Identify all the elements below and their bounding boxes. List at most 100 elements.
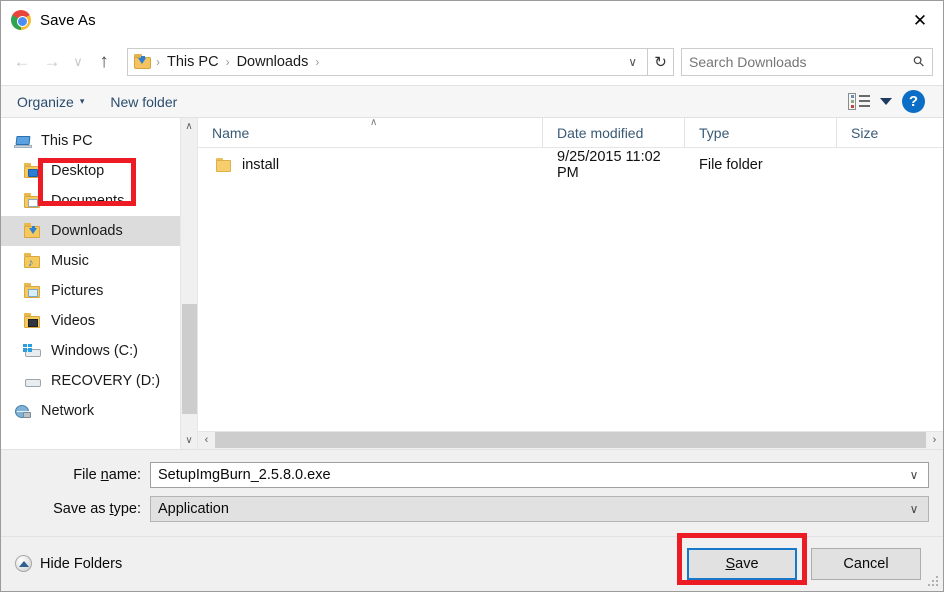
column-header-date-modified[interactable]: Date modified	[543, 117, 685, 148]
sidebar-item-label: Network	[41, 403, 95, 419]
scroll-down-icon[interactable]: ∨	[181, 432, 198, 449]
search-input[interactable]	[682, 52, 906, 71]
dialog-body: This PC Desktop Documents Downloads ♪ Mu…	[1, 117, 944, 450]
close-icon[interactable]: ✕	[897, 1, 943, 39]
breadcrumb-separator: ›	[315, 54, 320, 69]
folder-icon	[215, 157, 233, 173]
breadcrumb-separator: ›	[225, 54, 230, 69]
sidebar-item-label: Videos	[51, 313, 96, 329]
cancel-button[interactable]: Cancel	[811, 547, 921, 580]
sidebar-item-label: Downloads	[51, 223, 123, 239]
address-bar[interactable]: › This PC › Downloads › ∨	[127, 47, 648, 76]
file-name-input[interactable]: SetupImgBurn_2.5.8.0.exe ∨	[150, 461, 929, 488]
videos-folder-icon	[23, 313, 43, 330]
organize-button[interactable]: Organize ▾	[17, 94, 84, 110]
file-list-pane: Name Date modified Type Size ∧ install 9…	[197, 117, 944, 449]
view-details-icon[interactable]	[848, 93, 870, 110]
search-box[interactable]: ⚲	[681, 46, 934, 76]
save-button[interactable]: Save	[687, 547, 797, 580]
save-as-type-label: Save as type:	[53, 500, 141, 517]
cell-type: File folder	[699, 157, 763, 173]
drive-icon	[23, 373, 43, 390]
table-row[interactable]: install 9/25/2015 11:02 PM File folder	[198, 148, 943, 182]
resize-grip[interactable]	[927, 576, 939, 588]
network-icon	[13, 403, 33, 420]
file-name-value[interactable]: SetupImgBurn_2.5.8.0.exe	[151, 467, 900, 483]
scroll-up-icon[interactable]: ∧	[181, 118, 198, 135]
cell-date-modified: 9/25/2015 11:02 PM	[557, 149, 661, 181]
file-rows: install 9/25/2015 11:02 PM File folder	[198, 148, 943, 431]
dialog-footer: Hide Folders Save Cancel	[1, 535, 943, 591]
chevron-down-icon[interactable]: ∨	[900, 468, 928, 482]
up-button[interactable]: ↑	[89, 47, 119, 77]
dialog-buttons: Save Cancel	[687, 547, 929, 580]
save-as-type-row: Save as type: Application ∨	[15, 495, 929, 522]
new-folder-button[interactable]: New folder	[110, 94, 177, 110]
downloads-folder-icon	[23, 223, 43, 240]
view-options-chevron-down-icon[interactable]	[880, 98, 892, 105]
hide-folders-label: Hide Folders	[40, 555, 123, 572]
sidebar-item-videos[interactable]: Videos	[1, 306, 180, 336]
save-as-type-value[interactable]: Application	[151, 501, 900, 517]
sidebar-item-label: Documents	[51, 193, 125, 209]
organize-label: Organize	[17, 93, 74, 110]
scrollbar-thumb[interactable]	[215, 432, 926, 448]
save-as-type-select[interactable]: Application ∨	[150, 495, 929, 522]
sidebar-item-documents[interactable]: Documents	[1, 186, 180, 216]
search-icon[interactable]: ⚲	[904, 46, 934, 76]
scrollbar-track[interactable]	[215, 431, 926, 449]
pictures-folder-icon	[23, 283, 43, 300]
back-button[interactable]: ←	[7, 47, 37, 77]
music-folder-icon: ♪	[23, 253, 43, 270]
sidebar-item-label: Windows (C:)	[51, 343, 139, 359]
folder-tree: This PC Desktop Documents Downloads ♪ Mu…	[1, 118, 180, 449]
scroll-left-icon[interactable]: ‹	[198, 431, 215, 449]
documents-folder-icon	[23, 193, 43, 210]
form-area: File name: SetupImgBurn_2.5.8.0.exe ∨ Sa…	[1, 449, 943, 530]
navigation-pane: This PC Desktop Documents Downloads ♪ Mu…	[1, 118, 197, 449]
sidebar-item-desktop[interactable]: Desktop	[1, 156, 180, 186]
column-header-size[interactable]: Size	[837, 118, 944, 148]
sidebar-vertical-scrollbar[interactable]: ∧ ∨	[180, 118, 197, 449]
windows-drive-icon	[23, 343, 43, 360]
breadcrumb-this-pc[interactable]: This PC	[163, 54, 223, 70]
desktop-folder-icon	[23, 163, 43, 180]
file-list-horizontal-scrollbar[interactable]: ‹ ›	[198, 430, 943, 449]
scrollbar-thumb[interactable]	[181, 304, 197, 414]
command-bar: Organize ▾ New folder ?	[1, 85, 943, 118]
scroll-right-icon[interactable]: ›	[926, 431, 943, 449]
title-bar: Save As ✕	[1, 1, 943, 39]
file-name-text: install	[242, 157, 280, 173]
hide-folders-button[interactable]: Hide Folders	[15, 555, 123, 573]
chevron-down-icon[interactable]: ∨	[900, 502, 928, 516]
sidebar-item-label: Desktop	[51, 163, 105, 179]
column-header-type[interactable]: Type	[685, 117, 837, 148]
navigation-bar: ← → ∨ ↑ › This PC › Downloads › ∨ ↻ ⚲	[1, 39, 943, 85]
command-bar-right: ?	[848, 90, 935, 113]
sidebar-item-recovery-d[interactable]: RECOVERY (D:)	[1, 366, 180, 396]
chevron-down-icon: ▾	[79, 96, 85, 106]
save-as-dialog: Save As ✕ ← → ∨ ↑ › This PC › Downloads …	[0, 0, 944, 592]
sidebar-item-label: Pictures	[51, 283, 104, 299]
sidebar-item-music[interactable]: ♪ Music	[1, 246, 180, 276]
sidebar-item-network[interactable]: Network	[1, 396, 180, 426]
sidebar-item-label: RECOVERY (D:)	[51, 373, 161, 389]
breadcrumb-separator: ›	[156, 54, 160, 69]
chevron-down-icon[interactable]: ∨	[618, 55, 647, 69]
sidebar-item-downloads[interactable]: Downloads	[1, 216, 180, 246]
file-name-row: File name: SetupImgBurn_2.5.8.0.exe ∨	[15, 461, 929, 488]
sidebar-item-windows-c[interactable]: Windows (C:)	[1, 336, 180, 366]
scrollbar-track[interactable]	[181, 135, 198, 432]
collapse-up-icon	[15, 555, 32, 573]
refresh-icon[interactable]: ↻	[648, 47, 674, 76]
forward-button[interactable]: →	[37, 47, 67, 77]
window-title: Save As	[40, 11, 96, 29]
breadcrumb-downloads[interactable]: Downloads	[233, 54, 313, 70]
sidebar-item-label: This PC	[41, 133, 93, 149]
recent-locations-button[interactable]: ∨	[67, 47, 89, 77]
help-icon[interactable]: ?	[902, 90, 925, 113]
sidebar-item-pictures[interactable]: Pictures	[1, 276, 180, 306]
file-name-label: File name:	[73, 466, 141, 483]
sidebar-item-this-pc[interactable]: This PC	[1, 126, 180, 156]
column-headers: Name Date modified Type Size ∧	[198, 117, 944, 148]
